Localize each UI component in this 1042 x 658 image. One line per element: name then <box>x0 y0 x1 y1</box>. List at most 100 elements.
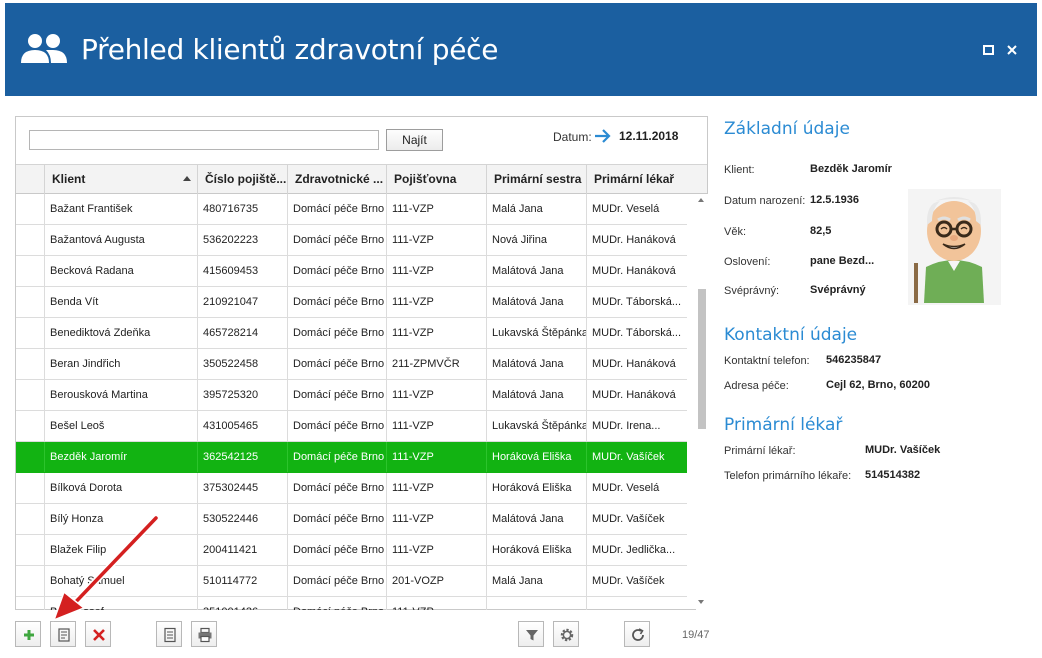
table-cell[interactable]: Bílý Honza <box>44 504 197 534</box>
table-cell[interactable]: MUDr. Hanáková <box>586 349 687 379</box>
table-cell[interactable]: Beran Jindřich <box>44 349 197 379</box>
row-indicator[interactable] <box>16 535 44 565</box>
vertical-scrollbar[interactable] <box>696 194 708 610</box>
row-indicator[interactable] <box>16 442 44 472</box>
table-row[interactable]: Bělík Josef351001426Domácí péče Brno111-… <box>16 597 687 610</box>
table-row[interactable]: Bílková Dorota 375302445 Domácí péče Brno 1… <box>16 473 687 504</box>
table-cell[interactable]: MUDr. Hanáková <box>586 256 687 286</box>
table-cell[interactable]: 431005465 <box>197 411 287 441</box>
table-cell[interactable]: Benediktová Zdeňka <box>44 318 197 348</box>
table-cell[interactable]: Domácí péče Brno <box>287 380 386 410</box>
table-cell[interactable]: Horáková Eliška <box>486 535 586 565</box>
table-cell[interactable]: Domácí péče Brno <box>287 504 386 534</box>
table-cell[interactable]: 536202223 <box>197 225 287 255</box>
table-cell[interactable]: Horáková Eliška <box>486 442 586 472</box>
table-cell[interactable]: Malátová Jana <box>486 380 586 410</box>
row-indicator[interactable] <box>16 256 44 286</box>
row-indicator[interactable] <box>16 473 44 503</box>
table-cell[interactable]: Horáková Eliška <box>486 473 586 503</box>
row-indicator[interactable] <box>16 349 44 379</box>
table-cell[interactable]: Malá Jana <box>486 194 586 224</box>
table-cell[interactable]: 111-VZP <box>386 287 486 317</box>
table-cell[interactable]: 201-VOZP <box>386 566 486 596</box>
table-cell[interactable]: Lukavská Štěpánka <box>486 318 586 348</box>
table-cell[interactable] <box>486 597 586 610</box>
table-cell[interactable]: Bešel Leoš <box>44 411 197 441</box>
table-cell[interactable]: 111-VZP <box>386 504 486 534</box>
table-cell[interactable]: Domácí péče Brno <box>287 349 386 379</box>
table-cell[interactable]: Bažant František <box>44 194 197 224</box>
scroll-up-icon[interactable] <box>698 198 704 202</box>
table-cell[interactable]: 200411421 <box>197 535 287 565</box>
filter-button[interactable] <box>518 621 544 647</box>
table-cell[interactable]: MUDr. Hanáková <box>586 380 687 410</box>
table-cell[interactable]: Domácí péče Brno <box>287 597 386 610</box>
column-header-primary-doctor[interactable]: Primární lékař <box>586 165 687 194</box>
column-header-facility[interactable]: Zdravotnické ... <box>287 165 386 194</box>
table-cell[interactable]: Malátová Jana <box>486 287 586 317</box>
find-button[interactable]: Najít <box>386 129 443 151</box>
edit-button[interactable] <box>50 621 76 647</box>
table-cell[interactable]: MUDr. Irena... <box>586 411 687 441</box>
table-cell[interactable]: Domácí péče Brno <box>287 411 386 441</box>
table-cell[interactable]: 395725320 <box>197 380 287 410</box>
table-cell[interactable]: Malátová Jana <box>486 256 586 286</box>
table-cell[interactable]: Bažantová Augusta <box>44 225 197 255</box>
table-cell[interactable]: MUDr. Veselá <box>586 473 687 503</box>
table-cell[interactable]: Domácí péče Brno <box>287 194 386 224</box>
date-value[interactable]: 12.11.2018 <box>619 129 678 143</box>
row-indicator[interactable] <box>16 566 44 596</box>
table-row[interactable]: Benda Vít 210921047 Domácí péče Brno 111-VZ… <box>16 287 687 318</box>
table-cell[interactable] <box>586 597 687 610</box>
table-cell[interactable]: 211-ZPMVČR <box>386 349 486 379</box>
table-cell[interactable]: Blažek Filip <box>44 535 197 565</box>
table-cell[interactable]: MUDr. Jedlička... <box>586 535 687 565</box>
print-button[interactable] <box>191 621 217 647</box>
table-row[interactable]: Becková Radana 415609453 Domácí péče Brno 1… <box>16 256 687 287</box>
add-button[interactable] <box>15 621 41 647</box>
column-header-insurance-number[interactable]: Číslo pojiště... <box>197 165 287 194</box>
table-row[interactable]: Bohatý Samuel 510114772 Domácí péče Brno 20… <box>16 566 687 597</box>
table-cell[interactable]: 111-VZP <box>386 318 486 348</box>
settings-button[interactable] <box>553 621 579 647</box>
table-cell[interactable]: 375302445 <box>197 473 287 503</box>
table-cell[interactable]: 415609453 <box>197 256 287 286</box>
table-cell[interactable]: 362542125 <box>197 442 287 472</box>
table-cell[interactable]: 111-VZP <box>386 194 486 224</box>
column-header-insurer[interactable]: Pojišťovna <box>386 165 486 194</box>
table-row[interactable]: Beran Jindřich 350522458 Domácí péče Brno 2… <box>16 349 687 380</box>
table-cell[interactable]: Berousková Martina <box>44 380 197 410</box>
delete-button[interactable] <box>85 621 111 647</box>
table-cell[interactable]: Bohatý Samuel <box>44 566 197 596</box>
table-cell[interactable]: 351001426 <box>197 597 287 610</box>
table-cell[interactable]: Malá Jana <box>486 566 586 596</box>
table-cell[interactable]: MUDr. Hanáková <box>586 225 687 255</box>
row-indicator[interactable] <box>16 318 44 348</box>
table-cell[interactable]: 111-VZP <box>386 225 486 255</box>
table-cell[interactable]: 465728214 <box>197 318 287 348</box>
table-cell[interactable]: MUDr. Vašíček <box>586 442 687 472</box>
table-row[interactable]: Bažantová Augusta 536202223 Domácí péče Br… <box>16 225 687 256</box>
table-cell[interactable]: Domácí péče Brno <box>287 442 386 472</box>
table-row[interactable]: Blažek Filip 200411421 Domácí péče Brno 111… <box>16 535 687 566</box>
table-cell[interactable]: Becková Radana <box>44 256 197 286</box>
column-header-client[interactable]: Klient <box>44 165 197 194</box>
table-cell[interactable]: 111-VZP <box>386 411 486 441</box>
scroll-down-icon[interactable] <box>698 600 704 604</box>
table-cell[interactable]: Bílková Dorota <box>44 473 197 503</box>
table-cell[interactable]: MUDr. Táborská... <box>586 287 687 317</box>
table-cell[interactable]: 210921047 <box>197 287 287 317</box>
scrollbar-thumb[interactable] <box>698 289 706 429</box>
table-cell[interactable]: 111-VZP <box>386 442 486 472</box>
refresh-button[interactable] <box>624 621 650 647</box>
table-row[interactable]: Benediktová Zdeňka 465728214 Domácí péče B… <box>16 318 687 349</box>
table-cell[interactable]: Bezděk Jaromír <box>44 442 197 472</box>
row-indicator[interactable] <box>16 380 44 410</box>
table-row[interactable]: Bezděk Jaromír 362542125 Domácí péče Brno 1… <box>16 442 687 473</box>
table-cell[interactable]: Domácí péče Brno <box>287 566 386 596</box>
table-row[interactable]: Bílý Honza 530522446 Domácí péče Brno 111-V… <box>16 504 687 535</box>
table-cell[interactable]: Lukavská Štěpánka <box>486 411 586 441</box>
table-cell[interactable]: Domácí péče Brno <box>287 473 386 503</box>
table-cell[interactable]: MUDr. Vašíček <box>586 504 687 534</box>
table-cell[interactable]: 111-VZP <box>386 473 486 503</box>
